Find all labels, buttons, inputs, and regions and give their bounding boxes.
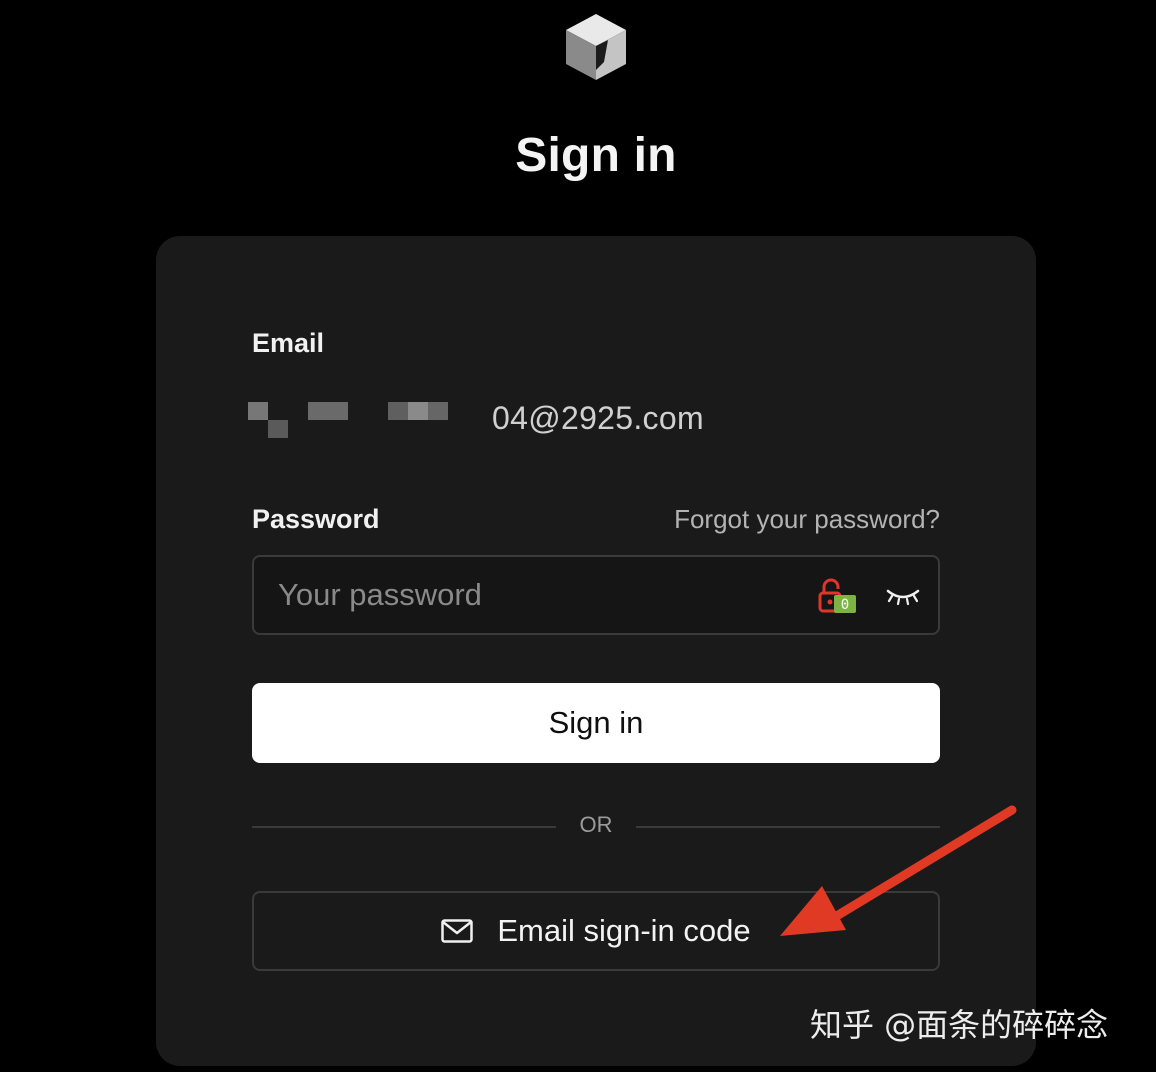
redaction-pixel (268, 420, 288, 438)
divider-line-left (252, 826, 556, 828)
cube-logo-icon (566, 14, 626, 80)
redaction-pixel (248, 402, 268, 420)
eye-closed-icon[interactable] (886, 585, 920, 607)
email-signin-code-label: Email sign-in code (497, 913, 751, 948)
forgot-password-link[interactable]: Forgot your password? (674, 504, 940, 535)
mail-icon (441, 919, 474, 943)
password-input[interactable] (254, 557, 818, 633)
password-manager-badge: 0 (841, 597, 849, 613)
password-manager-lock-icon[interactable]: 0 (818, 577, 860, 615)
watermark: 知乎 @面条的碎碎念 (810, 1006, 1109, 1044)
signin-button[interactable]: Sign in (252, 683, 940, 763)
email-label: Email (252, 328, 325, 358)
email-signin-code-button[interactable]: Email sign-in code (252, 891, 940, 971)
redaction-pixel (428, 402, 448, 420)
email-text: 04@2925.com (492, 400, 704, 436)
email-value: 04@2925.com (248, 396, 768, 446)
signin-card: Email 04@2925.com Password Forgot your p… (156, 236, 1036, 1066)
page-title: Sign in (515, 129, 677, 182)
redaction-pixel (308, 402, 348, 420)
divider-line-right (636, 826, 940, 828)
password-field: 0 (252, 555, 940, 635)
password-label: Password (252, 504, 380, 534)
divider-or: OR (579, 812, 613, 837)
redaction-pixel (388, 402, 408, 420)
redaction-pixel (408, 402, 428, 420)
